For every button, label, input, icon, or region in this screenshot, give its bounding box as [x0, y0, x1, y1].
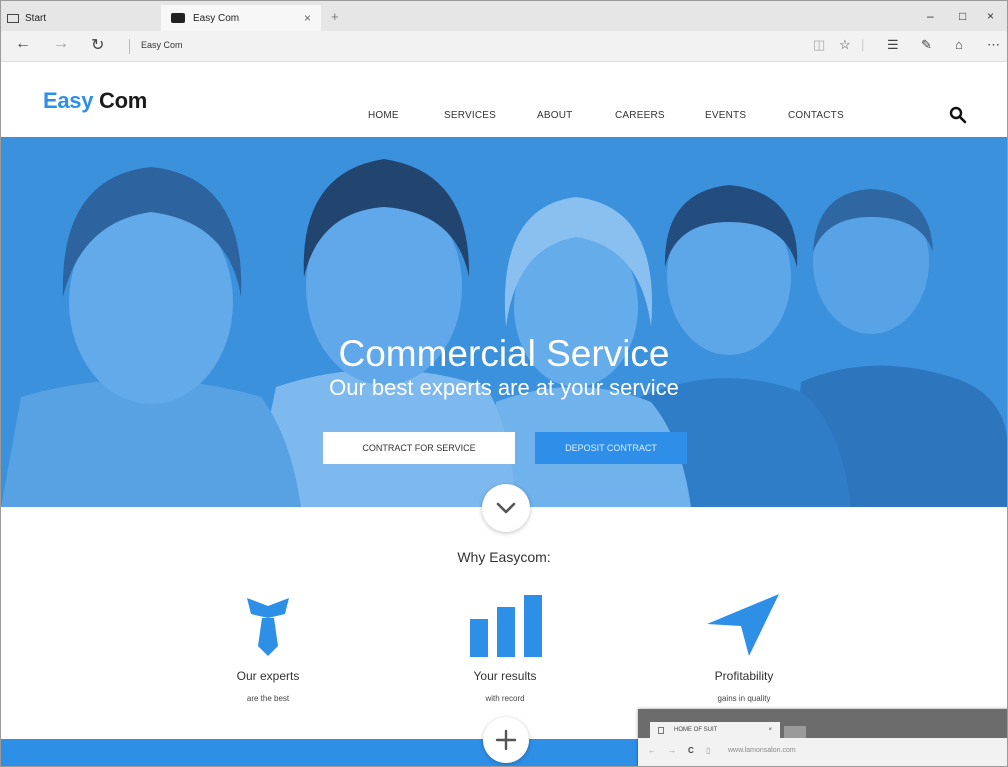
refresh-button[interactable]: ↻ — [91, 35, 104, 55]
tab-easy-com[interactable]: Easy Com × — [161, 5, 321, 31]
browser-window: Start Easy Com × + – □ × ← → ↻ Easy Com … — [0, 0, 1008, 767]
feature-results-title: Your results — [473, 669, 537, 683]
overlay-tab-close-icon: × — [768, 727, 772, 733]
overlay-back-icon: ← — [648, 746, 656, 755]
tie-icon — [247, 598, 289, 656]
feature-profitability-title: Profitability — [714, 669, 774, 683]
site-header: Easy Com HOME SERVICES ABOUT CAREERS EVE… — [1, 62, 1007, 137]
address-field[interactable]: Easy Com — [141, 40, 183, 50]
overlay-forward-icon: → — [668, 746, 676, 755]
hero-subtitle: Our best experts are at your service — [329, 375, 679, 400]
overlay-new-tab — [784, 726, 806, 738]
menu-services[interactable]: SERVICES — [444, 110, 496, 121]
favorite-star-icon[interactable]: ☆ — [839, 37, 851, 53]
hero-banner: Commercial Service Our best experts are … — [1, 137, 1007, 507]
overlay-page-info-icon: ▯ — [706, 746, 711, 755]
feature-experts-sub: are the best — [246, 694, 290, 703]
bar-chart-icon — [470, 595, 542, 657]
feature-experts-title: Our experts — [236, 669, 300, 683]
logo-part-com: Com — [99, 88, 147, 113]
logo-part-easy: Easy — [43, 88, 94, 113]
scroll-down-button[interactable] — [482, 484, 530, 532]
close-window-button[interactable]: × — [987, 9, 994, 23]
start-tab-icon — [7, 13, 19, 23]
tab-easy-com-label: Easy Com — [193, 12, 240, 24]
overlay-tab: HOME OF SUIT × — [650, 722, 780, 738]
menu-home[interactable]: HOME — [368, 110, 399, 121]
more-icon[interactable]: ⋯ — [987, 37, 1000, 53]
reading-view-icon[interactable]: ◫ — [813, 37, 825, 53]
menu-contacts[interactable]: CONTACTS — [788, 110, 844, 121]
site-favicon-icon — [171, 13, 185, 23]
hub-icon[interactable]: ☰ — [887, 37, 899, 53]
why-title: Why Easycom: — [457, 549, 551, 565]
tab-bar: Start Easy Com × + – □ × — [1, 1, 1007, 31]
share-icon[interactable]: ⌂ — [955, 37, 963, 52]
back-button[interactable]: ← — [15, 35, 31, 53]
feature-profitability-sub: gains in quality — [717, 694, 771, 703]
address-bar: ← → ↻ Easy Com ◫ ☆ | ☰ ✎ ⌂ ⋯ — [1, 31, 1007, 62]
overlay-browser-screenshot: HOME OF SUIT × ← → C ▯ www.lamonsalon.co… — [638, 709, 1007, 766]
overlay-url: www.lamonsalon.com — [728, 747, 796, 754]
new-tab-button[interactable]: + — [331, 9, 339, 24]
site-logo[interactable]: Easy Com — [43, 88, 147, 114]
paper-plane-icon — [707, 594, 779, 656]
tab-close-icon[interactable]: × — [304, 11, 311, 25]
hero-title: Commercial Service — [338, 333, 670, 374]
expand-button[interactable] — [483, 717, 529, 763]
chevron-down-icon — [496, 502, 516, 514]
web-note-icon[interactable]: ✎ — [921, 37, 932, 53]
menu-careers[interactable]: CAREERS — [615, 110, 665, 121]
menu-events[interactable]: EVENTS — [705, 110, 746, 121]
overlay-refresh-icon: C — [688, 746, 694, 755]
maximize-button[interactable]: □ — [959, 9, 966, 23]
search-icon[interactable] — [949, 106, 967, 124]
tab-start-label: Start — [25, 12, 47, 24]
toolbar-separator: | — [861, 37, 865, 52]
tab-start[interactable]: Start — [7, 5, 157, 31]
plus-icon — [495, 729, 517, 751]
deposit-contract-button[interactable]: DEPOSIT CONTRACT — [535, 432, 687, 464]
overlay-tab-label: HOME OF SUIT — [674, 727, 718, 733]
contract-for-service-button[interactable]: CONTRACT FOR SERVICE — [323, 432, 515, 464]
overlay-address-bar: ← → C ▯ www.lamonsalon.com — [638, 738, 1007, 766]
forward-button[interactable]: → — [53, 35, 69, 53]
menu-about[interactable]: ABOUT — [537, 110, 572, 121]
feature-results-sub: with record — [485, 694, 525, 703]
address-separator — [129, 39, 130, 54]
minimize-button[interactable]: – — [927, 9, 934, 23]
overlay-page-icon — [658, 726, 664, 734]
